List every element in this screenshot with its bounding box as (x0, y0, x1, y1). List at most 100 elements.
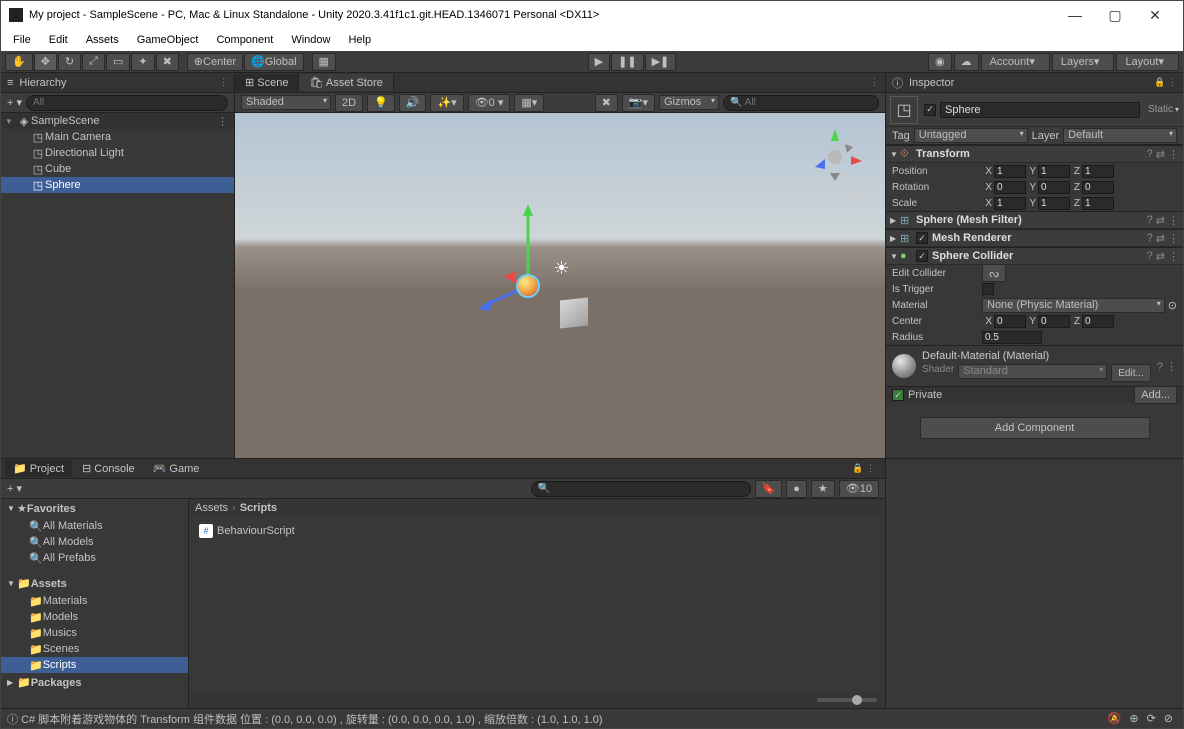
hierarchy-create[interactable]: + ▾ (7, 96, 22, 109)
hierarchy-search[interactable] (26, 95, 228, 111)
draw-mode[interactable]: Shaded (241, 95, 331, 110)
folder-item[interactable]: 📁 Materials (1, 593, 188, 609)
physic-material[interactable]: None (Physic Material) (982, 298, 1165, 313)
menu-file[interactable]: File (5, 32, 39, 48)
panel-menu-icon[interactable]: ⋮ (864, 77, 885, 88)
ctr-y[interactable] (1038, 315, 1070, 328)
close-button[interactable]: ✕ (1135, 7, 1175, 24)
camera-icon[interactable]: 📷▾ (622, 94, 655, 112)
scene-root[interactable]: ▼◈ SampleScene ⋮ (1, 113, 234, 129)
filter-icon[interactable]: 🔖 (755, 480, 783, 498)
gameobject-type-icon[interactable]: ◳ (890, 96, 918, 124)
rot-x[interactable] (994, 181, 1026, 194)
packages-header[interactable]: ▶📁 Packages (1, 673, 188, 692)
fav-item[interactable]: 🔍 All Materials (1, 518, 188, 534)
tab-game[interactable]: 🎮 Game (145, 460, 208, 477)
assets-header[interactable]: ▼📁 Assets (1, 574, 188, 593)
audio-toggle[interactable]: 🔊 (399, 94, 427, 112)
menu-component[interactable]: Component (208, 32, 281, 48)
favorite-icon[interactable]: ● (786, 480, 807, 498)
project-search[interactable] (531, 481, 751, 497)
folder-item[interactable]: 📁 Musics (1, 625, 188, 641)
collab-button[interactable]: ◉ (928, 53, 952, 71)
pos-y[interactable] (1038, 165, 1070, 178)
radius-input[interactable] (982, 331, 1042, 344)
help-icon[interactable]: ? (1147, 148, 1153, 161)
play-button[interactable]: ▶ (588, 53, 610, 71)
maximize-button[interactable]: ▢ (1095, 7, 1135, 24)
add-component-button[interactable]: Add Component (920, 417, 1150, 439)
zoom-slider[interactable] (817, 698, 877, 702)
scene-search[interactable] (723, 95, 879, 111)
layout-dropdown[interactable]: Layout ▾ (1116, 53, 1179, 71)
status-icon[interactable]: 🔕 (1108, 712, 1122, 725)
hidden-toggle[interactable]: 👁0 ▾ (468, 94, 511, 112)
tools-icon[interactable]: ✖ (595, 94, 618, 112)
cloud-button[interactable]: ☁ (954, 53, 979, 71)
fav-item[interactable]: 🔍 All Models (1, 534, 188, 550)
collider-header[interactable]: ▼● ✓ Sphere Collider ?⇄⋮ (886, 247, 1183, 265)
lock-icon[interactable]: 🔒 ⋮ (1154, 77, 1177, 88)
hidden-icon[interactable]: ★ (811, 480, 835, 498)
hierarchy-item[interactable]: ◳Directional Light (1, 145, 234, 161)
script-file[interactable]: # BehaviourScript (195, 523, 879, 539)
scl-y[interactable] (1038, 197, 1070, 210)
rect-tool[interactable]: ▭ (106, 53, 130, 71)
transform-tool[interactable]: ✦ (131, 53, 154, 71)
static-dropdown[interactable]: ▾ (1175, 105, 1179, 114)
edit-collider-button[interactable]: ᔓ (982, 264, 1006, 282)
snap-button[interactable]: ▦ (312, 53, 336, 71)
folder-item[interactable]: 📁 Models (1, 609, 188, 625)
move-tool[interactable]: ✥ (34, 53, 57, 71)
is-trigger-checkbox[interactable] (982, 283, 994, 295)
status-icon[interactable]: ⊕ (1129, 712, 1138, 725)
folder-item[interactable]: 📁 Scenes (1, 641, 188, 657)
material-header[interactable]: Default-Material (Material) Shader Stand… (886, 345, 1183, 387)
renderer-enabled[interactable]: ✓ (916, 232, 928, 244)
transform-header[interactable]: ▼⟐ Transform ?⇄⋮ (886, 145, 1183, 163)
status-icon[interactable]: ⟳ (1147, 712, 1156, 725)
menu-gameobject[interactable]: GameObject (129, 32, 207, 48)
collider-enabled[interactable]: ✓ (916, 250, 928, 262)
visibility-count[interactable]: 👁10 (839, 480, 879, 498)
lighting-toggle[interactable]: 💡 (367, 94, 395, 112)
preset-icon[interactable]: ⇄ (1156, 148, 1165, 161)
favorites-header[interactable]: ▼★ Favorites (1, 499, 188, 518)
scl-z[interactable] (1082, 197, 1114, 210)
account-dropdown[interactable]: Account ▾ (981, 53, 1050, 71)
menu-icon[interactable]: ⋮ (1168, 148, 1179, 161)
scl-x[interactable] (994, 197, 1026, 210)
custom-tool[interactable]: ✖ (156, 53, 179, 71)
fav-item[interactable]: 🔍 All Prefabs (1, 550, 188, 566)
project-create[interactable]: + ▾ (7, 482, 22, 495)
tab-scene[interactable]: ⊞ Scene (235, 74, 299, 91)
orientation-gizmo[interactable] (805, 127, 865, 187)
menu-window[interactable]: Window (283, 32, 338, 48)
ctr-z[interactable] (1082, 315, 1114, 328)
object-picker-icon[interactable]: ⊙ (1168, 299, 1177, 312)
grid-toggle[interactable]: ▦▾ (514, 94, 544, 112)
pivot-rotation[interactable]: 🌐Global (244, 53, 304, 71)
gizmos-dropdown[interactable]: Gizmos (659, 95, 719, 110)
mesh-renderer-header[interactable]: ▶⊞ ✓ Mesh Renderer ?⇄⋮ (886, 229, 1183, 247)
folder-item-selected[interactable]: 📁 Scripts (1, 657, 188, 673)
rotate-tool[interactable]: ↻ (58, 53, 81, 71)
mesh-filter-header[interactable]: ▶⊞ Sphere (Mesh Filter) ?⇄⋮ (886, 211, 1183, 229)
menu-assets[interactable]: Assets (78, 32, 127, 48)
private-checkbox[interactable]: ✓ (892, 389, 904, 401)
fx-toggle[interactable]: ✨▾ (430, 94, 463, 112)
breadcrumb[interactable]: Assets›Scripts (189, 499, 885, 517)
layers-dropdown[interactable]: Layers ▾ (1052, 53, 1115, 71)
scale-tool[interactable]: ⤢ (82, 53, 105, 71)
pos-z[interactable] (1082, 165, 1114, 178)
pos-x[interactable] (994, 165, 1026, 178)
hand-tool[interactable]: ✋ (5, 53, 33, 71)
lock-icon[interactable]: 🔒 ⋮ (846, 463, 881, 474)
shader-dropdown[interactable]: Standard (958, 364, 1107, 379)
scene-view[interactable]: ☀ (235, 113, 885, 458)
edit-shader-button[interactable]: Edit... (1111, 364, 1151, 382)
hierarchy-item[interactable]: ◳Main Camera (1, 129, 234, 145)
pause-button[interactable]: ❚❚ (611, 53, 643, 71)
hierarchy-item-selected[interactable]: ◳Sphere (1, 177, 234, 193)
status-icon[interactable]: ⊘ (1164, 712, 1173, 725)
